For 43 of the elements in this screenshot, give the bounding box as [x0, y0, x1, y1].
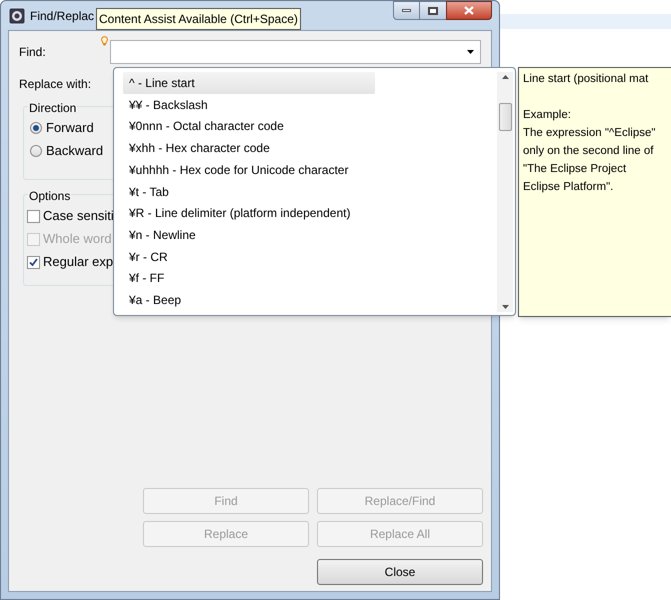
- proposal-item[interactable]: ¥a - Beep: [123, 289, 497, 312]
- replace-label: Replace with:: [19, 76, 92, 93]
- doc-line: only on the second line of: [523, 144, 654, 159]
- doc-line: The expression "^Eclipse": [523, 126, 656, 141]
- dialog-button[interactable]: Close: [317, 559, 483, 585]
- doc-line: Eclipse Platform".: [523, 180, 614, 195]
- proposal-item[interactable]: ¥xhh - Hex character code: [123, 137, 497, 159]
- find-field[interactable]: [110, 40, 481, 64]
- proposal-item[interactable]: ¥n - Newline: [123, 224, 497, 246]
- close-icon: [464, 6, 474, 15]
- radio-label: Forward: [46, 119, 94, 138]
- scroll-up-icon: [502, 75, 508, 79]
- lightbulb-icon: [101, 36, 108, 46]
- close-button[interactable]: [446, 1, 492, 20]
- checkbox-label: Case sensiti: [43, 207, 114, 226]
- window-title: Find/Replac: [30, 8, 94, 24]
- maximize-button[interactable]: [420, 1, 446, 20]
- proposal-item[interactable]: ^ - Line start: [123, 72, 375, 94]
- scroll-down-icon: [502, 305, 508, 309]
- proposal-item[interactable]: ¥¥ - Backslash: [123, 94, 497, 116]
- proposal-item[interactable]: ¥t - Tab: [123, 180, 497, 202]
- checkbox[interactable]: [27, 256, 40, 268]
- app-icon: [9, 8, 25, 24]
- doc-line: Example:: [523, 108, 572, 123]
- find-label: Find:: [19, 44, 47, 61]
- doc-line: Line start (positional mat: [523, 72, 650, 87]
- proposal-item[interactable]: ¥uhhhh - Hex code for Unicode character: [123, 158, 497, 181]
- scroll-thumb[interactable]: [498, 103, 512, 131]
- checkbox[interactable]: [27, 210, 40, 222]
- proposal-item[interactable]: ¥R - Line delimiter (platform independent): [123, 202, 497, 224]
- hint-tooltip: Content Assist Available (Ctrl+Space): [96, 8, 301, 30]
- radio-button[interactable]: [30, 145, 42, 157]
- radio-label: Backward: [46, 142, 104, 160]
- proposal-item[interactable]: ¥0nnn - Octal character code: [123, 115, 497, 138]
- checkbox-label: Regular exp: [43, 253, 114, 272]
- radio-button[interactable]: [30, 122, 42, 134]
- doc-line: "The Eclipse Project: [523, 162, 628, 177]
- checkbox-label: Whole word: [43, 230, 112, 248]
- dropdown-icon: [467, 50, 474, 54]
- proposal-item[interactable]: ¥r - CR: [123, 246, 497, 268]
- scrollbar[interactable]: [497, 72, 513, 312]
- minimize-button[interactable]: [393, 1, 420, 20]
- proposal-item[interactable]: ¥f - FF: [123, 268, 497, 290]
